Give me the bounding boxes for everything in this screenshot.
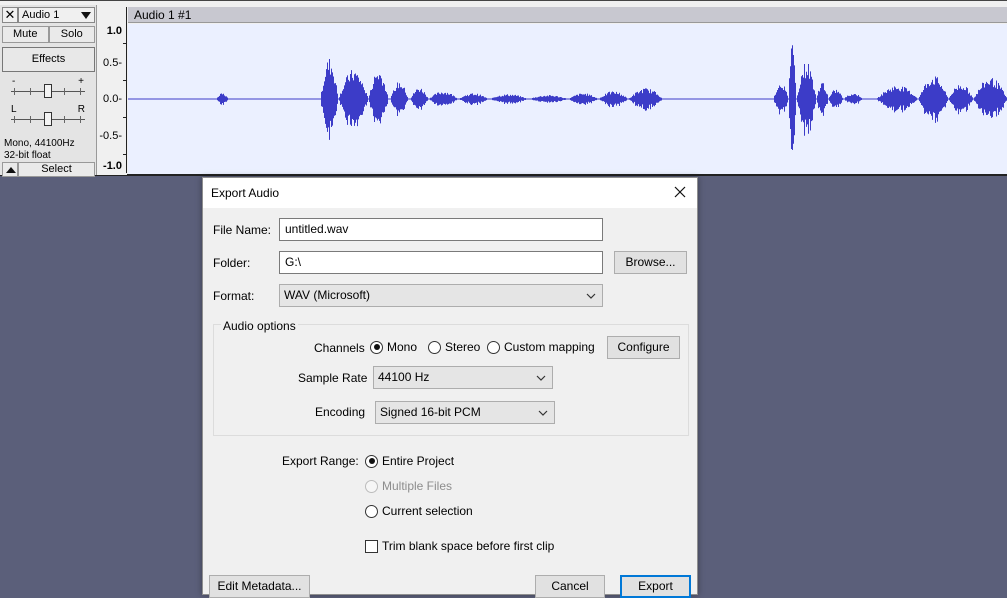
radio-unselected-icon: [487, 340, 500, 354]
folder-label: Folder:: [213, 256, 251, 270]
channel-custom-radio[interactable]: Custom mapping: [487, 340, 595, 354]
channels-label: Channels: [314, 341, 365, 355]
sample-rate-label: Sample Rate: [298, 371, 368, 385]
gain-minus-label: -: [12, 76, 16, 87]
slider-tick: [64, 116, 65, 123]
pan-slider-thumb[interactable]: [44, 112, 52, 126]
dialog-close-button[interactable]: [669, 181, 691, 203]
pan-right-label: R: [77, 104, 85, 115]
format-label: Format:: [213, 289, 255, 303]
track-header: ✕ Audio 1: [2, 7, 95, 23]
track-control-panel: ✕ Audio 1 Mute Solo Effects - + L R Mono…: [0, 5, 97, 177]
waveform-area[interactable]: [128, 24, 1007, 174]
collapse-arrow-icon: [6, 167, 16, 173]
ruler-label-half: 0.5-: [103, 57, 122, 69]
file-name-input[interactable]: untitled.wav: [279, 218, 603, 241]
slider-tick: [64, 88, 65, 95]
dropdown-arrow-icon: [81, 12, 91, 19]
file-name-label: File Name:: [213, 223, 272, 237]
track-format: Mono, 44100Hz: [4, 138, 75, 149]
solo-button[interactable]: Solo: [48, 26, 95, 43]
clip-name: Audio 1 #1: [134, 8, 192, 22]
range-multiple-radio: Multiple Files: [365, 479, 452, 493]
trim-blank-label: Trim blank space before first clip: [382, 539, 555, 553]
track-name: Audio 1: [22, 9, 60, 21]
chevron-down-icon: [536, 375, 546, 381]
gain-slider[interactable]: - +: [8, 77, 88, 99]
gain-slider-thumb[interactable]: [44, 84, 52, 98]
channel-mono-label: Mono: [387, 340, 418, 354]
channel-stereo-label: Stereo: [445, 340, 481, 354]
ruler-label-top: 1.0: [106, 25, 122, 37]
pan-left-label: L: [11, 104, 17, 115]
range-entire-label: Entire Project: [382, 454, 455, 468]
amplitude-ruler: 1.0 0.5- 0.0- -0.5- -1.0: [97, 5, 127, 175]
browse-button[interactable]: Browse...: [614, 251, 687, 274]
ruler-tick: [123, 80, 127, 81]
ruler-tick: [123, 117, 127, 118]
slider-tick: [14, 88, 15, 95]
ruler-tick: [123, 154, 127, 155]
sample-rate-select[interactable]: 44100 Hz: [373, 366, 553, 389]
encoding-label: Encoding: [315, 405, 366, 419]
effects-button[interactable]: Effects: [2, 47, 95, 72]
trim-blank-checkbox[interactable]: Trim blank space before first clip: [365, 539, 554, 553]
channel-stereo-radio[interactable]: Stereo: [428, 340, 480, 354]
ruler-label-bottom: -1.0: [103, 160, 122, 172]
dialog-title: Export Audio: [211, 186, 280, 200]
ruler-tick: [123, 43, 127, 44]
radio-selected-icon: [365, 454, 378, 468]
radio-unselected-icon: [365, 504, 378, 518]
range-current-label: Current selection: [382, 504, 473, 518]
gain-plus-label: +: [78, 76, 84, 87]
folder-input[interactable]: G:\: [279, 251, 603, 274]
chevron-down-icon: [586, 293, 596, 299]
ruler-label-zero: 0.0-: [103, 93, 122, 105]
track-name-menu[interactable]: Audio 1: [18, 7, 95, 23]
dialog-titlebar: Export Audio: [203, 178, 697, 208]
channel-mono-radio[interactable]: Mono: [370, 340, 417, 354]
ruler-axis: [126, 7, 127, 173]
slider-tick: [80, 116, 81, 123]
format-value: WAV (Microsoft): [284, 288, 370, 302]
channel-custom-label: Custom mapping: [504, 340, 595, 354]
export-range-label: Export Range:: [282, 454, 359, 468]
clip-name-bar[interactable]: Audio 1 #1: [128, 7, 1007, 23]
waveform-graphic: [128, 45, 1007, 150]
range-current-radio[interactable]: Current selection: [365, 504, 473, 518]
pan-slider[interactable]: L R: [8, 105, 88, 127]
track-footer: Select: [2, 162, 95, 177]
format-select[interactable]: WAV (Microsoft): [279, 284, 603, 307]
slider-tick: [30, 88, 31, 95]
mute-button[interactable]: Mute: [2, 26, 49, 43]
radio-selected-icon: [370, 340, 383, 354]
slider-tick: [80, 88, 81, 95]
range-entire-radio[interactable]: Entire Project: [365, 454, 454, 468]
configure-button[interactable]: Configure: [607, 336, 680, 359]
range-multiple-label: Multiple Files: [382, 479, 453, 493]
track-info: Mono, 44100Hz 32-bit float: [4, 138, 75, 162]
encoding-value: Signed 16-bit PCM: [380, 405, 481, 419]
sample-rate-value: 44100 Hz: [378, 370, 430, 384]
ruler-label-neg-half: -0.5-: [99, 130, 122, 142]
audio-track: ✕ Audio 1 Mute Solo Effects - + L R Mono…: [0, 0, 1007, 177]
close-icon: ✕: [4, 7, 16, 22]
export-audio-dialog: Export Audio File Name: untitled.wav Fol…: [202, 177, 698, 598]
slider-tick: [14, 116, 15, 123]
close-track-button[interactable]: ✕: [2, 7, 18, 23]
checkbox-icon: [365, 539, 378, 553]
track-bit-depth: 32-bit float: [4, 150, 51, 161]
slider-tick: [30, 116, 31, 123]
close-icon: [674, 186, 686, 198]
audio-options-title: Audio options: [221, 319, 298, 333]
radio-unselected-icon: [428, 340, 441, 354]
chevron-down-icon: [538, 410, 548, 416]
select-track-button[interactable]: Select: [18, 162, 95, 177]
encoding-select[interactable]: Signed 16-bit PCM: [375, 401, 555, 424]
radio-disabled-icon: [365, 479, 378, 493]
mute-solo-row: Mute Solo: [2, 26, 95, 43]
collapse-track-button[interactable]: [2, 162, 18, 177]
